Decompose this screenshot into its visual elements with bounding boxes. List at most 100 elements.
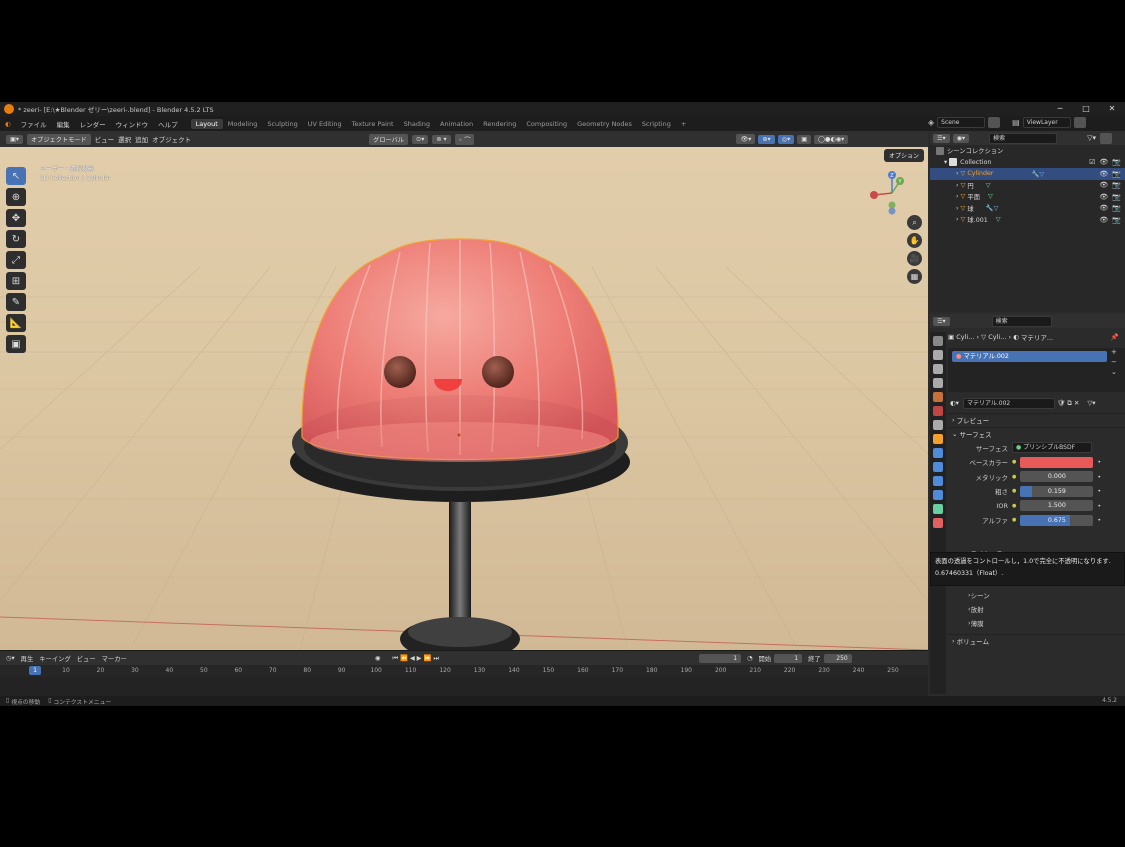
new-scene-button[interactable] [988, 117, 1001, 128]
end-frame-field[interactable]: 250 [823, 653, 852, 663]
visibility-dropdown[interactable]: 👁▾ [736, 134, 756, 144]
socket-dot-icon[interactable]: ● [1012, 488, 1016, 494]
keyframe-dot-icon[interactable]: • [1097, 487, 1101, 495]
outliner-search-input[interactable]: 検索 [989, 132, 1058, 144]
menu-view[interactable]: ビュー [95, 134, 115, 144]
menu-select[interactable]: 選択 [118, 134, 131, 144]
cursor-tool[interactable]: ⊕ [6, 188, 26, 206]
material-filter-icon[interactable]: ▽▾ [1087, 399, 1095, 407]
outliner-item-cylinder[interactable]: › ▽ Cylinder 🔧▽ 👁 📷 [930, 168, 1125, 180]
socket-dot-icon[interactable]: ● [1012, 459, 1016, 465]
output-tab-icon[interactable] [933, 364, 943, 374]
socket-dot-icon[interactable]: ● [1012, 517, 1016, 523]
material-name-field[interactable]: マテリアル.002 [962, 397, 1055, 409]
scale-tool[interactable]: ⤢ [6, 251, 26, 269]
close-button[interactable]: ✕ [1099, 102, 1125, 116]
tab-shading[interactable]: Shading [399, 119, 435, 129]
transform-tool[interactable]: ⊞ [6, 272, 26, 290]
blender-menu-icon[interactable]: ◐ [0, 120, 16, 128]
remove-slot-button[interactable]: − [1111, 358, 1122, 366]
world-tab-icon[interactable] [933, 406, 943, 416]
filter-icon[interactable]: ▽▾ [1087, 134, 1096, 142]
menu-edit[interactable]: 編集 [52, 119, 75, 129]
proportional-edit-dropdown[interactable]: ◦ ⌒ [454, 133, 475, 145]
visibility-controls[interactable]: 👁 📷 [1099, 181, 1121, 189]
current-frame-field[interactable]: 1 [699, 653, 742, 663]
pivot-dropdown[interactable]: ⊙▾ [412, 134, 429, 144]
tab-scripting[interactable]: Scripting [637, 119, 676, 129]
surface-shader-field[interactable]: ● プリンシプルBSDF [1012, 442, 1092, 454]
material-tab-icon[interactable] [933, 518, 943, 528]
collection-tab-icon[interactable] [933, 420, 943, 430]
value-slider[interactable]: 1.500 [1020, 500, 1094, 512]
menu-marker[interactable]: マーカー [102, 654, 127, 663]
tab-layout[interactable]: Layout [190, 118, 223, 129]
current-frame-indicator[interactable]: 1 [29, 666, 41, 675]
outliner-scene-collection[interactable]: シーンコレクション [930, 145, 1125, 157]
outliner-editor-icon[interactable]: ☰▾ [933, 133, 950, 143]
add-workspace-button[interactable]: + [676, 119, 691, 129]
keyframe-dot-icon[interactable]: • [1097, 473, 1101, 481]
data-tab-icon[interactable] [933, 504, 943, 514]
start-frame-field[interactable]: 1 [774, 653, 803, 663]
menu-timeline-view[interactable]: ビュー [77, 654, 96, 663]
tab-rendering[interactable]: Rendering [478, 119, 521, 129]
zoom-icon[interactable]: ⌕ [907, 215, 922, 230]
tab-compositing[interactable]: Compositing [521, 119, 572, 129]
timeline-editor-icon[interactable]: ◷▾ [6, 655, 15, 662]
maximize-button[interactable]: □ [1073, 102, 1099, 116]
socket-dot-icon[interactable]: ● [1012, 503, 1016, 509]
timeline-ruler[interactable]: 10 20 30 40 50 60 70 80 90 100 110 120 130 140 150 160 1… [0, 665, 928, 677]
outliner-item-plane[interactable]: › ▽ 平面 ▽ 👁 📷 [930, 191, 1125, 203]
pin-icon[interactable]: 📌 [1111, 333, 1119, 341]
visibility-controls[interactable]: 👁 📷 [1099, 204, 1121, 212]
playback-controls[interactable]: ⏮ ⏪ ◀ ▶ ⏩ ⏭ [392, 654, 439, 663]
editor-type-dropdown[interactable]: ▣▾ [6, 134, 23, 144]
menu-help[interactable]: ヘルプ [153, 119, 183, 129]
surface-panel-header[interactable]: ⌄ サーフェス [948, 426, 1125, 441]
menu-add[interactable]: 追加 [135, 134, 148, 144]
keyframe-dot-icon[interactable]: • [1097, 458, 1101, 466]
material-slot-item[interactable]: ● マテリアル.002 [952, 351, 1107, 362]
x-axis-icon[interactable] [870, 191, 878, 199]
material-slot-list[interactable]: ● マテリアル.002 + − ⌄ [948, 348, 1125, 392]
render-tab-icon[interactable] [933, 350, 943, 360]
outliner-item-circle[interactable]: › ▽ 円 ▽ 👁 📷 [930, 180, 1125, 192]
menu-render[interactable]: レンダー [75, 119, 111, 129]
view-layer-tab-icon[interactable] [933, 378, 943, 388]
options-dropdown[interactable]: オプション [883, 149, 924, 162]
timeline-tracks[interactable] [0, 677, 928, 697]
outliner-item-sphere-001[interactable]: › ▽ 球.001 ▽ 👁 📷 [930, 214, 1125, 226]
preview-panel-header[interactable]: › プレビュー [948, 412, 1125, 427]
display-mode-dropdown[interactable]: ◉▾ [952, 133, 970, 143]
auto-key-icon[interactable]: ◉ [375, 655, 381, 662]
select-box-tool[interactable]: ↖ [6, 167, 26, 185]
duplicate-material-icon[interactable]: ⧉ [1067, 399, 1072, 408]
outliner-collection[interactable]: ▾ Collection ☑ 👁 📷 [930, 157, 1125, 169]
slot-menu-button[interactable]: ⌄ [1111, 368, 1122, 376]
visibility-controls[interactable]: 👁 📷 [1099, 193, 1121, 201]
value-slider[interactable]: 0.675 [1020, 514, 1094, 526]
particles-tab-icon[interactable] [933, 462, 943, 472]
value-slider[interactable]: 0.159 [1020, 485, 1094, 497]
menu-playback[interactable]: 再生 [21, 654, 34, 663]
tab-geometry-nodes[interactable]: Geometry Nodes [572, 119, 637, 129]
transform-orientation-dropdown[interactable]: グローバル [369, 133, 409, 145]
tab-animation[interactable]: Animation [435, 119, 478, 129]
pan-hand-icon[interactable]: ✋ [907, 233, 922, 248]
grid-perspective-icon[interactable]: ▦ [907, 269, 922, 284]
subpanel-header[interactable]: › 放射 [948, 602, 1125, 616]
add-cube-tool[interactable]: ▣ [6, 335, 26, 353]
tab-modeling[interactable]: Modeling [223, 119, 263, 129]
keyframe-dot-icon[interactable]: • [1097, 516, 1101, 524]
mode-dropdown[interactable]: オブジェクトモード [26, 133, 91, 145]
visibility-controls[interactable]: ☑ 👁 📷 [1089, 158, 1121, 166]
base-color-swatch[interactable] [1020, 456, 1094, 468]
outliner-item-sphere[interactable]: › ▽ 球 🔧▽ 👁 📷 [930, 203, 1125, 215]
camera-view-icon[interactable]: 🎥 [907, 251, 922, 266]
subpanel-header[interactable]: › 薄膜 [948, 616, 1125, 630]
menu-window[interactable]: ウィンドウ [111, 119, 154, 129]
overlay-toggle[interactable]: ◎▾ [777, 134, 795, 144]
navigation-gizmo[interactable]: Z Y [870, 171, 914, 215]
measure-tool[interactable]: 📐 [6, 314, 26, 332]
